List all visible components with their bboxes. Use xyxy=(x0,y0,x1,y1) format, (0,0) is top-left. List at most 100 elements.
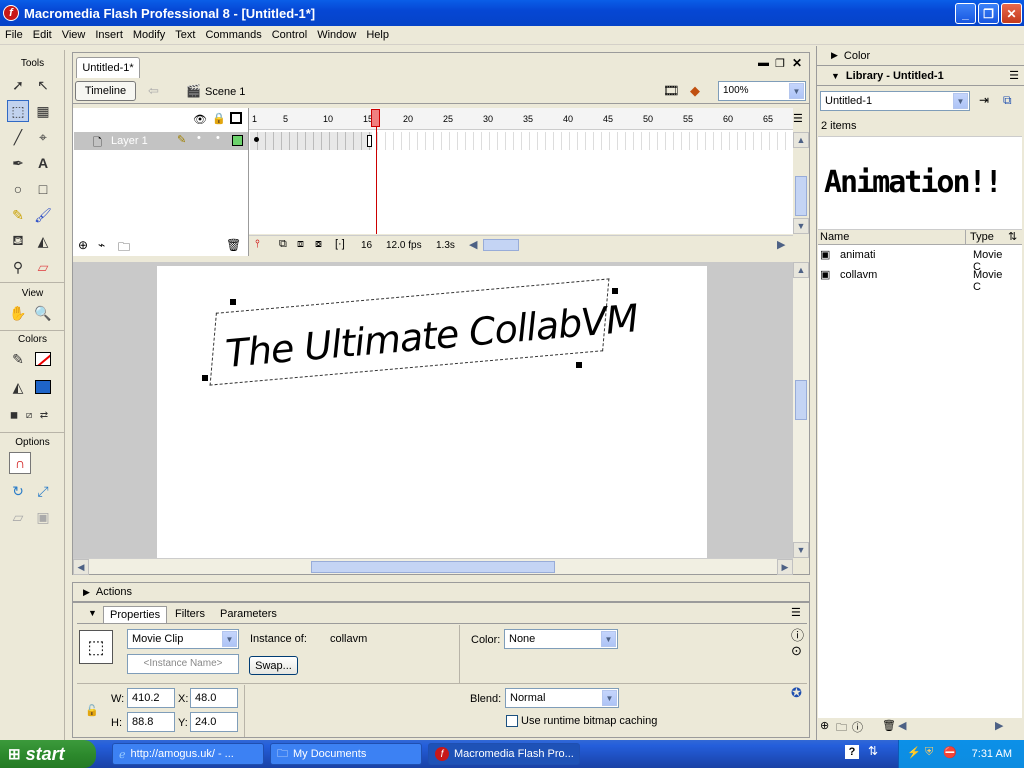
center-frame-icon[interactable]: ⫯ xyxy=(255,238,260,251)
tray-network-icon[interactable]: ⚡ xyxy=(907,746,921,759)
layer-outline-color[interactable] xyxy=(232,135,243,146)
scroll-right-icon[interactable]: ▶ xyxy=(777,238,785,251)
back-arrow-icon[interactable]: ⇦ xyxy=(148,83,159,99)
lasso-tool-icon[interactable]: ⌖ xyxy=(32,126,54,148)
panel-menu-icon[interactable]: ☰ xyxy=(791,606,801,619)
tab-properties[interactable]: Properties xyxy=(103,606,168,623)
oval-tool-icon[interactable]: ○ xyxy=(7,178,29,200)
insert-layer-icon[interactable]: ⊕ xyxy=(78,238,88,252)
pencil-tool-icon[interactable]: ✎ xyxy=(7,204,29,226)
actions-panel-header[interactable]: ▶ Actions xyxy=(72,582,810,602)
scroll-down-icon[interactable]: ▼ xyxy=(793,542,809,558)
outline-icon[interactable] xyxy=(230,112,242,124)
scroll-left-icon[interactable]: ◀ xyxy=(73,559,89,575)
color-panel-header[interactable]: ▶ Color xyxy=(817,46,1024,66)
menu-commands[interactable]: Commands xyxy=(200,29,266,41)
menu-view[interactable]: View xyxy=(57,29,91,41)
stage[interactable]: The Ultimate CollabVM xyxy=(157,266,707,558)
eyedropper-tool-icon[interactable]: ⚲ xyxy=(7,256,29,278)
layer-row[interactable]: 🗋 Layer 1 ✎ • • xyxy=(74,132,248,150)
selection-tool-icon[interactable]: ➚ xyxy=(7,74,29,96)
swap-button[interactable]: Swap... xyxy=(249,656,298,675)
timeline-toggle-button[interactable]: Timeline xyxy=(75,81,136,101)
taskbar-item-browser[interactable]: ℯ http://amogus.uk/ - ... xyxy=(112,743,264,765)
tray-security-icon[interactable]: ⛨ xyxy=(925,746,933,759)
tab-filters[interactable]: Filters xyxy=(169,606,211,623)
scale-icon[interactable]: ⤢ xyxy=(32,480,54,502)
bitmap-caching-checkbox[interactable] xyxy=(506,715,518,727)
trash-icon[interactable]: 🗑 xyxy=(226,238,241,252)
menu-help[interactable]: Help xyxy=(361,29,394,41)
modify-onion-markers-icon[interactable]: [·] xyxy=(335,238,345,250)
transform-handle[interactable] xyxy=(202,375,208,381)
brush-tool-icon[interactable]: 🖌 xyxy=(32,204,54,226)
fill-color-swatch[interactable] xyxy=(32,376,54,398)
stage-hscroll-thumb[interactable] xyxy=(311,561,555,573)
list-item[interactable]: ▣ animati Movie C xyxy=(818,246,1008,273)
collapse-arrow-icon[interactable]: ▼ xyxy=(88,608,97,618)
menu-control[interactable]: Control xyxy=(267,29,312,41)
tab-parameters[interactable]: Parameters xyxy=(214,606,283,623)
instance-name-input[interactable]: <Instance Name> xyxy=(127,654,239,674)
eye-icon[interactable]: 👁 xyxy=(193,113,207,126)
timeline-menu-icon[interactable]: ☰ xyxy=(793,112,803,125)
stroke-color-icon[interactable]: ✎ xyxy=(7,348,29,370)
scroll-right-icon[interactable]: ▶ xyxy=(995,719,1003,732)
tray-alert-icon[interactable]: ⛔ xyxy=(943,746,957,759)
menu-file[interactable]: File xyxy=(0,29,28,41)
scroll-up-icon[interactable]: ▲ xyxy=(793,262,809,278)
text-tool-icon[interactable]: A xyxy=(32,152,54,174)
playhead[interactable] xyxy=(371,109,380,127)
restore-button[interactable]: ❐ xyxy=(978,3,999,24)
ink-bottle-tool-icon[interactable]: ⛾ xyxy=(7,230,29,252)
add-motion-guide-icon[interactable]: ⌁ xyxy=(98,238,105,252)
timeline-scroll-up[interactable]: ▲ xyxy=(793,132,809,148)
width-input[interactable]: 410.2 xyxy=(127,688,175,708)
accessibility-icon[interactable]: ✪ xyxy=(791,685,802,701)
frame-rate[interactable]: 12.0 fps xyxy=(386,240,422,251)
scroll-left-icon[interactable]: ◀ xyxy=(469,238,477,251)
menu-insert[interactable]: Insert xyxy=(90,29,128,41)
new-folder-icon[interactable]: 🗀 xyxy=(836,719,847,738)
snap-magnet-icon[interactable]: ∩ xyxy=(9,452,31,474)
line-tool-icon[interactable]: ╱ xyxy=(7,126,29,148)
lock-icon[interactable]: 🔒 xyxy=(212,112,226,125)
edit-symbols-icon[interactable]: ◆ xyxy=(690,83,700,99)
scroll-right-icon[interactable]: ▶ xyxy=(777,559,793,575)
gradient-transform-tool-icon[interactable]: ▦ xyxy=(32,100,54,122)
help-icon[interactable]: ? xyxy=(845,745,859,759)
doc-minimize-icon[interactable]: ▬ xyxy=(758,57,769,69)
list-item[interactable]: ▣ collavm Movie C xyxy=(818,266,1008,293)
x-input[interactable]: 48.0 xyxy=(190,688,238,708)
network-icon[interactable]: ⇅ xyxy=(868,744,878,758)
stage-hscroll[interactable]: ◀ ▶ xyxy=(73,558,793,575)
sort-icon[interactable]: ⇅ xyxy=(1008,230,1017,243)
pen-tool-icon[interactable]: ✒ xyxy=(7,152,29,174)
document-tab[interactable]: Untitled-1* xyxy=(76,57,140,78)
edit-multiple-frames-icon[interactable]: ⧇ xyxy=(315,238,322,251)
stroke-color-swatch[interactable] xyxy=(32,348,54,370)
rectangle-tool-icon[interactable]: □ xyxy=(32,178,54,200)
menu-modify[interactable]: Modify xyxy=(128,29,170,41)
transform-handle[interactable] xyxy=(230,299,236,305)
new-symbol-icon[interactable]: ⊕ xyxy=(820,719,829,732)
library-panel-header[interactable]: ▼ Library - Untitled-1 ☰ xyxy=(817,66,1024,86)
blend-dropdown[interactable]: Normal ▼ xyxy=(505,688,619,708)
onion-skin-icon[interactable]: ⧉ xyxy=(279,238,287,251)
panel-menu-icon[interactable]: ☰ xyxy=(1009,69,1019,82)
help-icon[interactable]: ⓘ xyxy=(791,625,804,644)
height-input[interactable]: 88.8 xyxy=(127,712,175,732)
scroll-left-icon[interactable]: ◀ xyxy=(898,719,906,732)
timeline-vscroll-thumb[interactable] xyxy=(795,176,807,216)
swap-colors-icon[interactable]: ⇄ xyxy=(33,404,55,426)
subselection-tool-icon[interactable]: ↖ xyxy=(32,74,54,96)
hand-tool-icon[interactable]: ✋ xyxy=(7,302,29,324)
delete-icon[interactable]: 🗑 xyxy=(882,719,896,732)
timeline-scroll-down[interactable]: ▼ xyxy=(793,218,809,234)
zoom-dropdown[interactable]: 100% ▼ xyxy=(718,81,806,101)
minimize-button[interactable]: _ xyxy=(955,3,976,24)
zoom-tool-icon[interactable]: 🔍 xyxy=(32,302,54,324)
constrain-lock-icon[interactable]: 🔓 xyxy=(85,704,99,717)
paint-bucket-tool-icon[interactable]: ◭ xyxy=(32,230,54,252)
pin-library-icon[interactable]: ⇥ xyxy=(979,93,989,107)
